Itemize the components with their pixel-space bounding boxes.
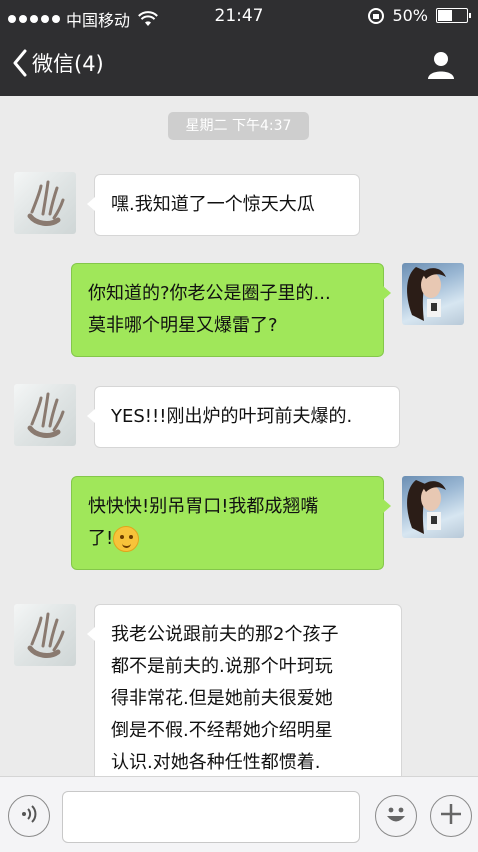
message-bubble-outgoing[interactable]: 你知道的?你老公是圈子里的... 莫非哪个明星又爆雷了? [71, 263, 391, 357]
battery-percent: 50% [392, 6, 428, 25]
voice-button[interactable] [8, 795, 50, 837]
message-bubble-incoming[interactable]: 嘿.我知道了一个惊天大瓜 [87, 174, 360, 236]
status-right: 50% [368, 6, 471, 25]
emoji-icon [381, 799, 411, 833]
contact-avatar[interactable] [14, 172, 76, 234]
battery-level [438, 10, 452, 21]
contact-avatar[interactable] [14, 384, 76, 446]
message-text: 快快快!别吊胃口!我都成翘嘴 了! [88, 491, 367, 555]
plus-icon [438, 801, 464, 831]
thinking-face-icon [113, 526, 140, 552]
voice-icon [17, 802, 41, 830]
nav-bar: 微信(4) [0, 34, 478, 96]
message-timestamp: 星期二 下午4:37 [168, 112, 309, 140]
contact-info-button[interactable] [426, 50, 456, 84]
back-label: 微信(4) [32, 52, 104, 76]
message-text: 你知道的?你老公是圈子里的... 莫非哪个明星又爆雷了? [88, 283, 331, 336]
message-bubble-outgoing[interactable]: 快快快!别吊胃口!我都成翘嘴 了! [71, 476, 391, 570]
rotation-lock-icon [368, 7, 385, 24]
message-text: 我老公说跟前夫的那2个孩子 都不是前夫的.说那个叶珂玩 得非常花.但是她前夫很爱… [111, 624, 339, 773]
chevron-left-icon [12, 49, 28, 77]
input-bar [0, 776, 478, 852]
more-button[interactable] [430, 795, 472, 837]
chat-area[interactable]: 星期二 下午4:37 嘿.我知道了一个惊天大瓜 你知道的?你老公是圈子里的...… [0, 96, 478, 776]
message-text: 嘿.我知道了一个惊天大瓜 [111, 194, 315, 215]
person-icon [426, 52, 456, 84]
status-bar: 中国移动 21:47 50% [0, 0, 478, 34]
message-input[interactable] [62, 791, 360, 843]
emoji-button[interactable] [375, 795, 417, 837]
contact-avatar[interactable] [14, 604, 76, 666]
my-avatar[interactable] [402, 263, 464, 325]
message-bubble-incoming[interactable]: 我老公说跟前夫的那2个孩子 都不是前夫的.说那个叶珂玩 得非常花.但是她前夫很爱… [87, 604, 402, 776]
back-button[interactable]: 微信(4) [12, 48, 104, 78]
my-avatar[interactable] [402, 476, 464, 538]
message-bubble-incoming[interactable]: YES!!!刚出炉的叶珂前夫爆的. [87, 386, 400, 448]
battery-icon [436, 8, 471, 23]
message-text: YES!!!刚出炉的叶珂前夫爆的. [111, 406, 353, 427]
